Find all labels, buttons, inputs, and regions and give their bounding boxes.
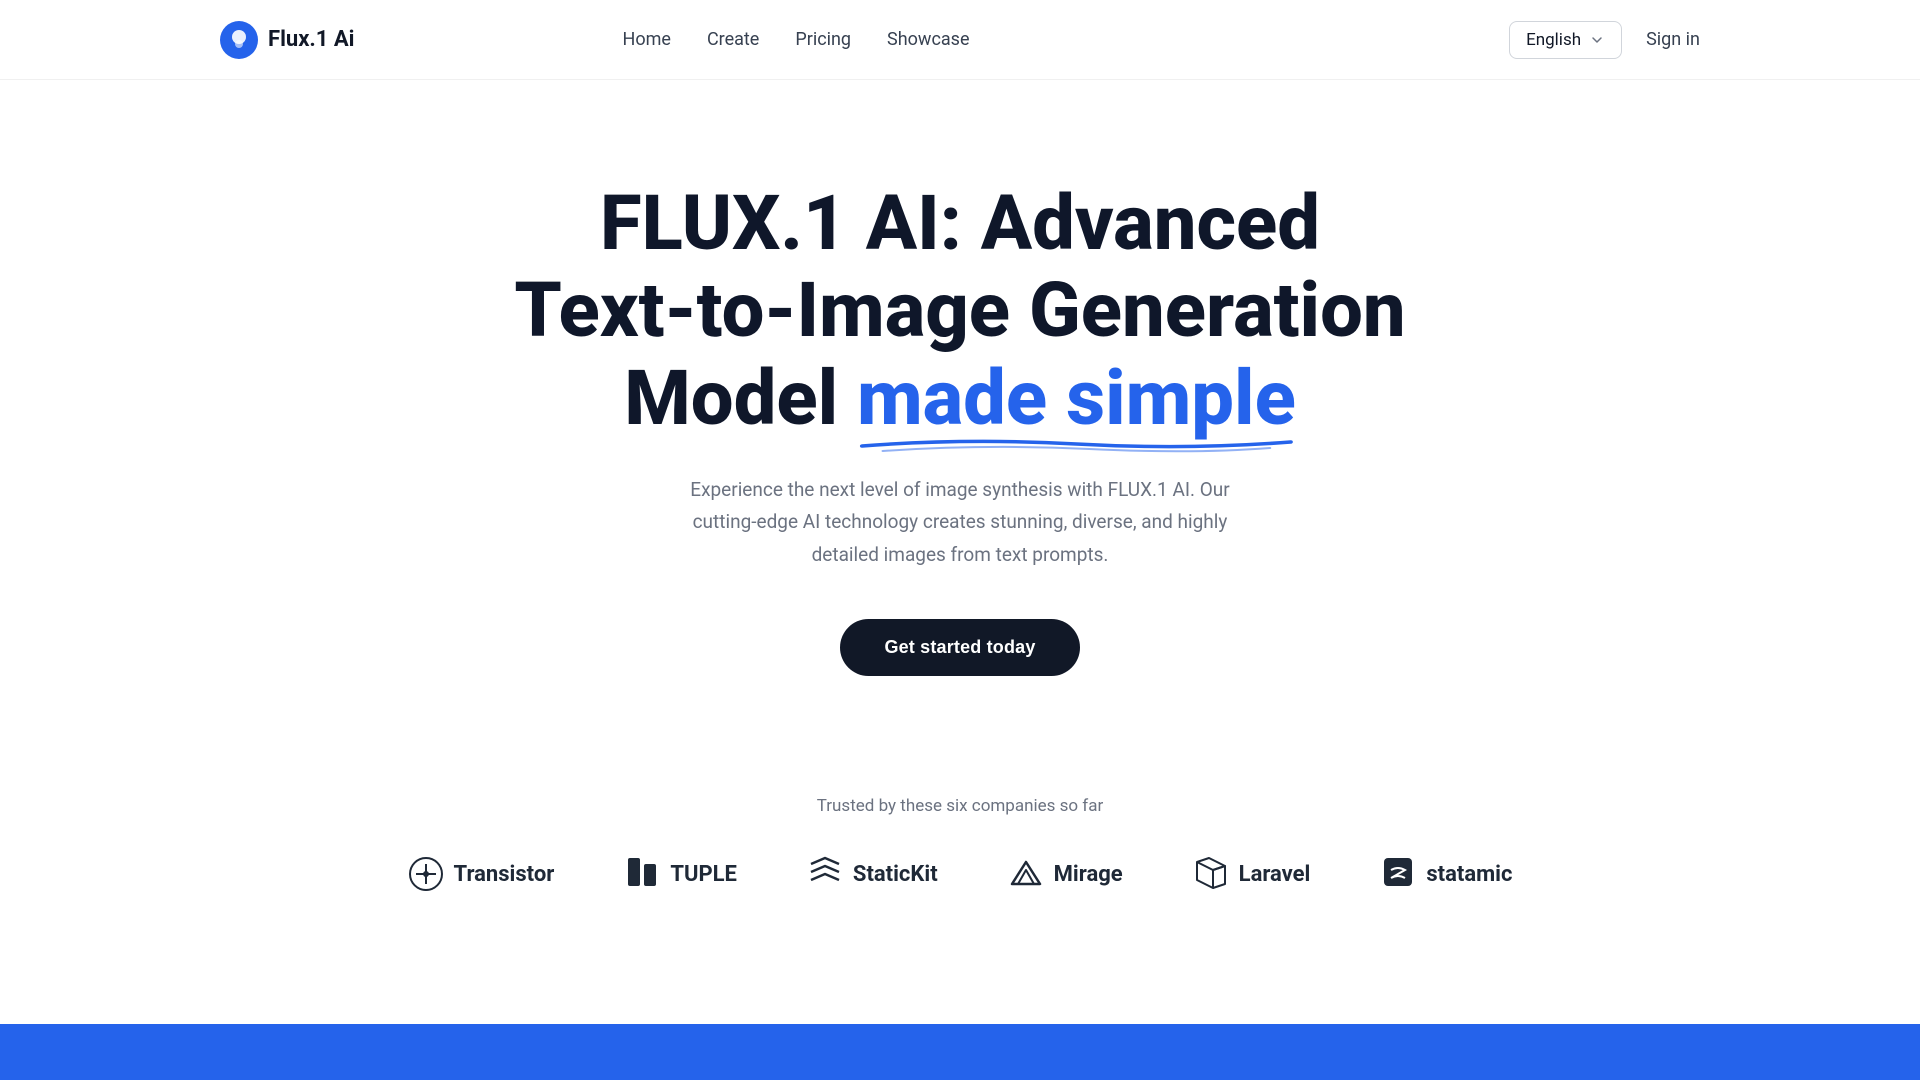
statickit-icon bbox=[807, 856, 843, 892]
language-selector[interactable]: English bbox=[1509, 21, 1622, 59]
logo-statickit: StaticKit bbox=[807, 856, 938, 892]
chevron-down-icon bbox=[1589, 32, 1605, 48]
statamic-icon bbox=[1380, 856, 1416, 892]
tuple-label: TUPLE bbox=[670, 862, 737, 887]
nav-create[interactable]: Create bbox=[707, 29, 759, 50]
mirage-label: Mirage bbox=[1054, 862, 1123, 887]
trusted-section: Trusted by these six companies so far Tr… bbox=[0, 756, 1920, 952]
hero-title-line2: Text-to-Image Generation bbox=[514, 265, 1405, 355]
laravel-label: Laravel bbox=[1239, 862, 1311, 887]
logo-mirage: Mirage bbox=[1008, 856, 1123, 892]
hero-title-line1: FLUX.1 AI: Advanced bbox=[600, 178, 1320, 268]
get-started-button[interactable]: Get started today bbox=[840, 619, 1079, 676]
nav-left: Flux.1 Ai Home Create Pricing Showcase bbox=[220, 0, 1190, 80]
nav-home[interactable]: Home bbox=[623, 29, 671, 50]
company-logos: Transistor TUPLE StaticKit bbox=[408, 856, 1513, 892]
navbar: Flux.1 Ai Home Create Pricing Showcase E… bbox=[0, 0, 1920, 80]
trusted-label: Trusted by these six companies so far bbox=[817, 796, 1103, 816]
mirage-icon bbox=[1008, 856, 1044, 892]
statamic-label: statamic bbox=[1426, 862, 1512, 887]
nav-right: English Sign in bbox=[1509, 21, 1700, 59]
logo[interactable]: Flux.1 Ai bbox=[220, 21, 355, 59]
nav-showcase[interactable]: Showcase bbox=[887, 29, 969, 50]
hero-title-highlight: made simple bbox=[857, 355, 1296, 442]
nav-links: Home Create Pricing Showcase bbox=[403, 0, 1190, 80]
hero-title-line3-plain: Model bbox=[624, 353, 857, 443]
hero-section: FLUX.1 AI: Advanced Text-to-Image Genera… bbox=[0, 80, 1920, 756]
logo-transistor: Transistor bbox=[408, 856, 555, 892]
language-label: English bbox=[1526, 30, 1581, 50]
sign-in-link[interactable]: Sign in bbox=[1646, 29, 1700, 50]
statickit-label: StaticKit bbox=[853, 862, 938, 887]
hero-title: FLUX.1 AI: Advanced Text-to-Image Genera… bbox=[514, 180, 1405, 442]
logo-statamic: statamic bbox=[1380, 856, 1512, 892]
logo-icon bbox=[220, 21, 258, 59]
logo-text: Flux.1 Ai bbox=[268, 27, 355, 52]
footer-bar bbox=[0, 1024, 1920, 1080]
laravel-icon bbox=[1193, 856, 1229, 892]
transistor-label: Transistor bbox=[454, 862, 555, 887]
logo-svg bbox=[228, 29, 250, 51]
logo-tuple: TUPLE bbox=[624, 856, 737, 892]
hero-subtitle: Experience the next level of image synth… bbox=[670, 474, 1250, 571]
tuple-icon bbox=[624, 856, 660, 892]
logo-laravel: Laravel bbox=[1193, 856, 1311, 892]
underline-decoration bbox=[857, 436, 1296, 454]
transistor-icon bbox=[408, 856, 444, 892]
nav-pricing[interactable]: Pricing bbox=[795, 29, 851, 50]
